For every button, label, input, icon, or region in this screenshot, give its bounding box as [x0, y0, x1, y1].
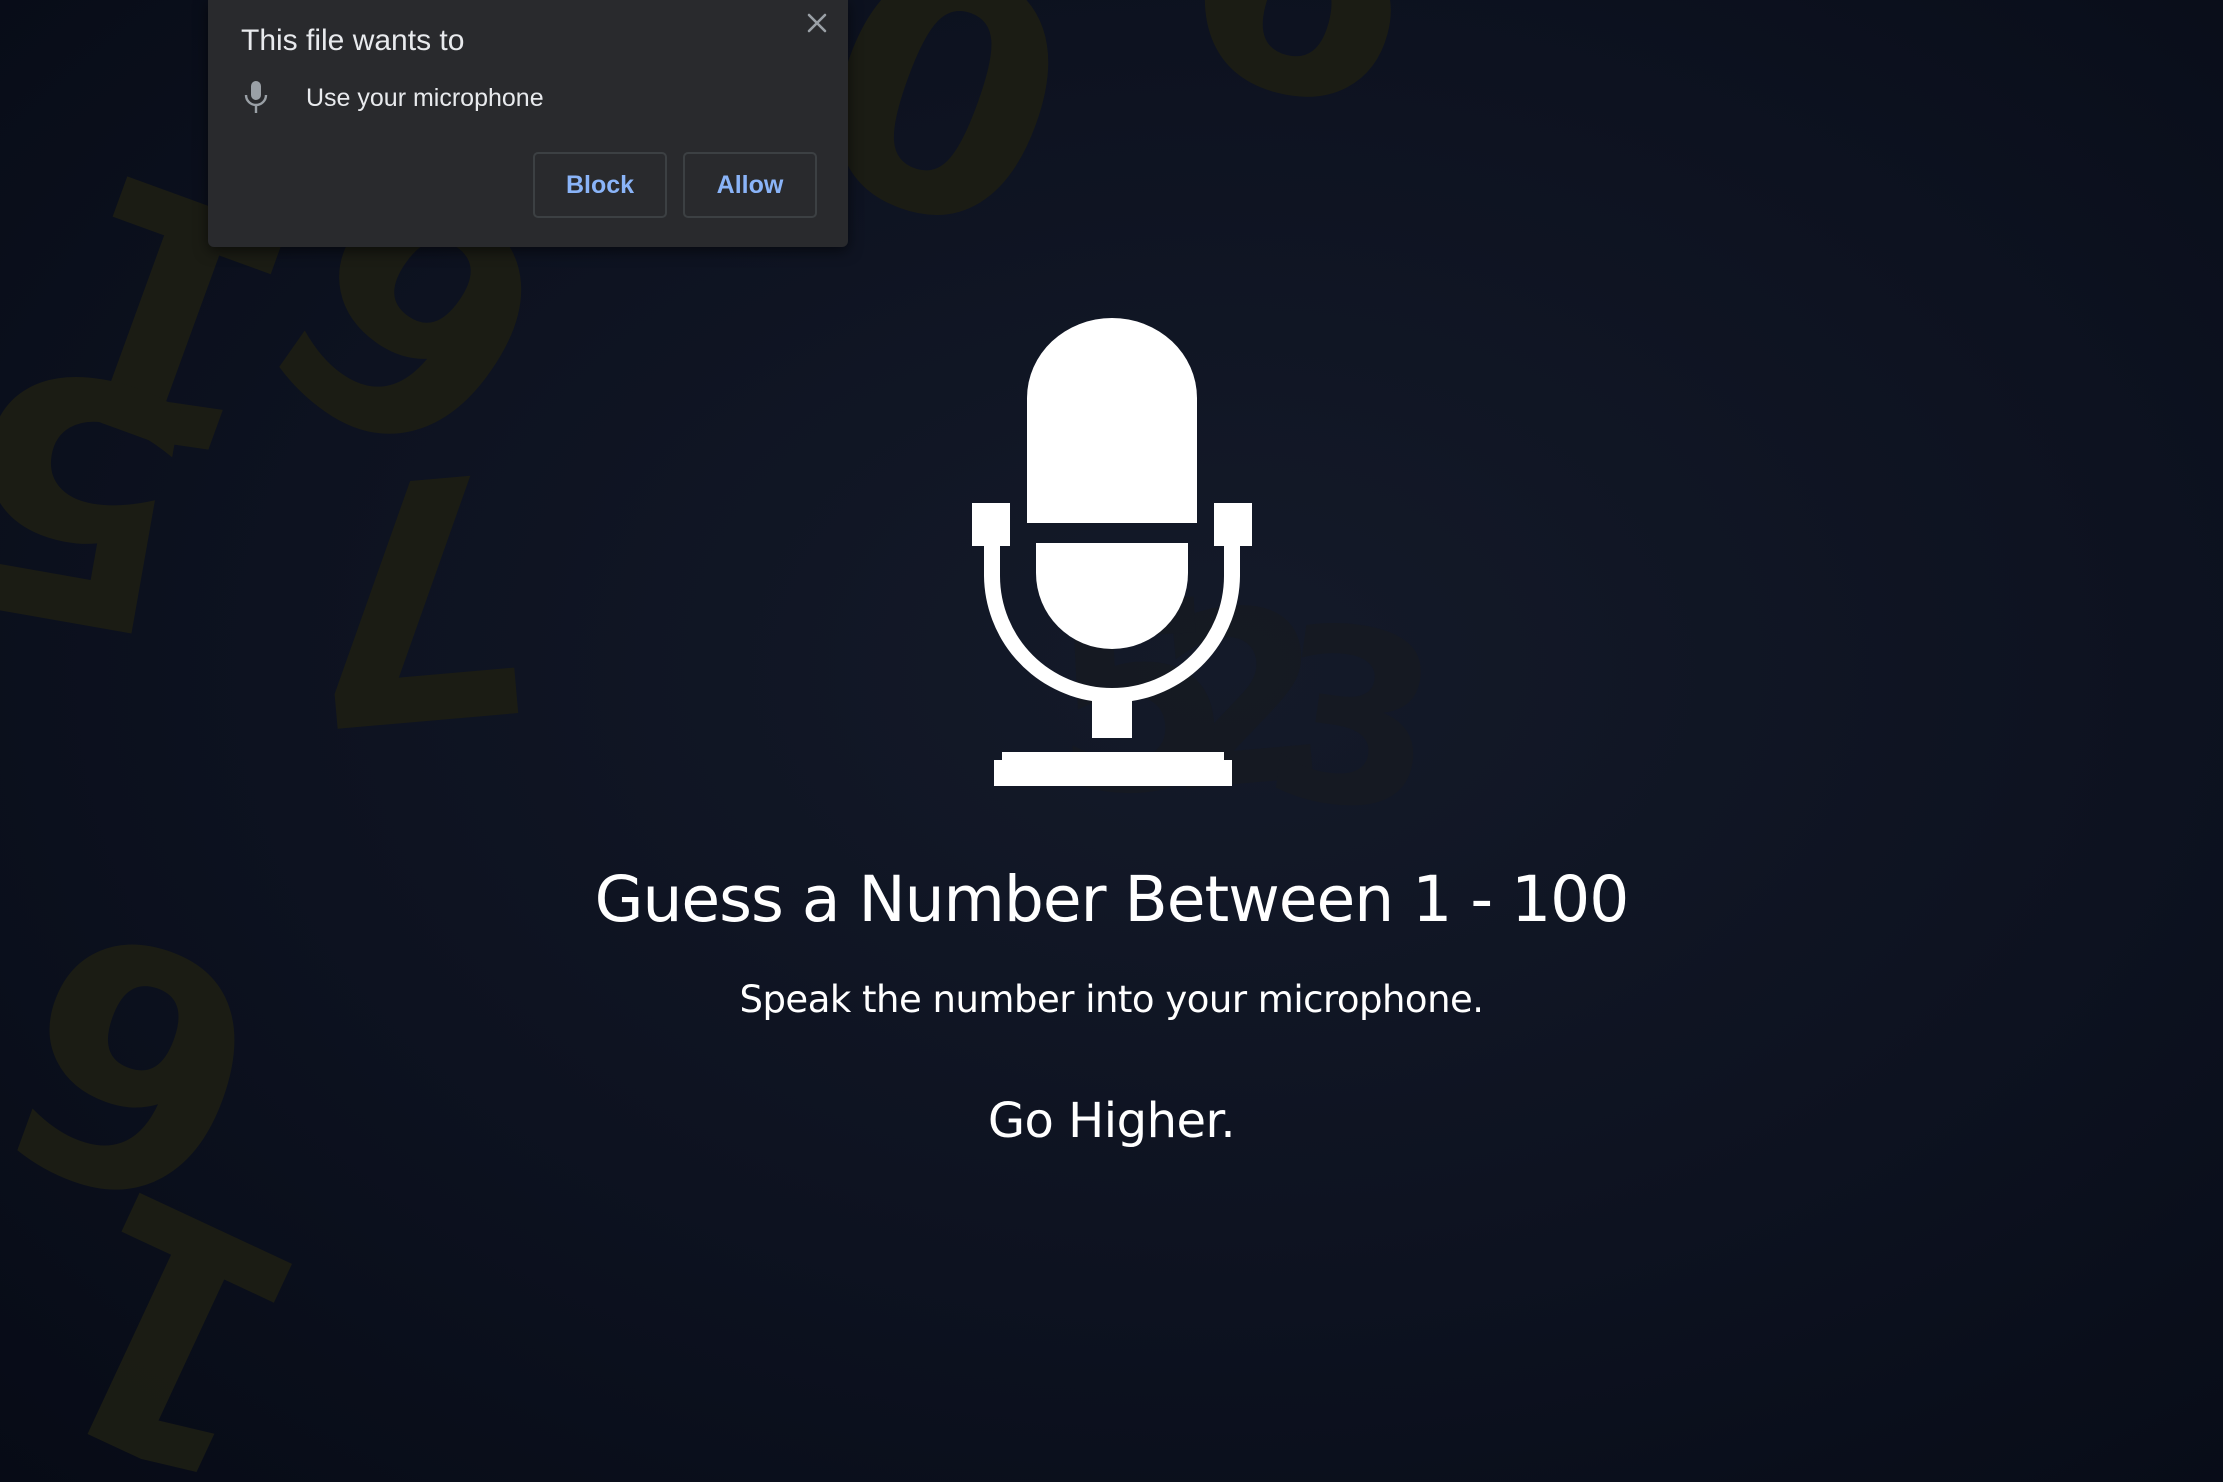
microphone-icon[interactable] — [971, 318, 1252, 793]
microphone-permission-popup: This file wants to Use your microphone B… — [208, 0, 848, 247]
microphone-icon — [244, 81, 268, 113]
guess-feedback: Go Higher. — [987, 1093, 1236, 1149]
permission-request-row: Use your microphone — [244, 80, 544, 116]
allow-button[interactable]: Allow — [683, 152, 817, 218]
game-panel: Guess a Number Between 1 - 100 Speak the… — [0, 318, 2223, 1149]
permission-title: This file wants to — [241, 24, 465, 57]
block-button[interactable]: Block — [533, 152, 667, 218]
game-instructions: Speak the number into your microphone. — [739, 978, 1484, 1021]
permission-request-label: Use your microphone — [306, 83, 544, 112]
permission-buttons: Block Allow — [533, 152, 817, 218]
close-icon[interactable] — [800, 6, 834, 40]
background-digit: 1 — [0, 1112, 361, 1482]
game-title: Guess a Number Between 1 - 100 — [594, 863, 1630, 936]
background-digit: 9 — [1144, 0, 1465, 180]
